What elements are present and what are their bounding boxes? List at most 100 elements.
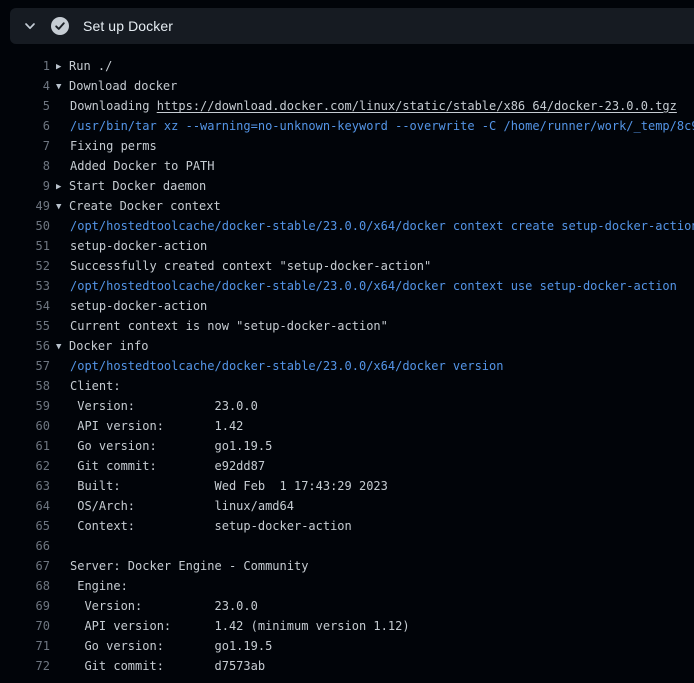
line-number[interactable]: 56 — [0, 336, 50, 356]
log-line: 4 ▼Download docker — [0, 76, 694, 96]
log-text: Added Docker to PATH — [56, 156, 694, 176]
log-text: Fixing perms — [56, 136, 694, 156]
log-line: 5 Downloading https://download.docker.com… — [0, 96, 694, 116]
step-title: Set up Docker — [83, 18, 173, 34]
log-text: Context: setup-docker-action — [56, 516, 694, 536]
log-line: 66 — [0, 536, 694, 556]
line-number[interactable]: 60 — [0, 416, 50, 436]
log-line: 54 setup-docker-action — [0, 296, 694, 316]
log-text: Downloading https://download.docker.com/… — [56, 96, 694, 116]
log-line: 72 Git commit: d7573ab — [0, 656, 694, 676]
log-line: 65 Context: setup-docker-action — [0, 516, 694, 536]
line-number[interactable]: 72 — [0, 656, 50, 676]
triangle-down-icon[interactable]: ▼ — [56, 77, 69, 96]
log-text — [56, 536, 694, 556]
log-text: Built: Wed Feb 1 17:43:29 2023 — [56, 476, 694, 496]
log-command-text: /opt/hostedtoolcache/docker-stable/23.0.… — [56, 216, 694, 236]
line-number[interactable]: 51 — [0, 236, 50, 256]
log-line: 62 Git commit: e92dd87 — [0, 456, 694, 476]
log-line: 55 Current context is now "setup-docker-a… — [0, 316, 694, 336]
log-command-text: /opt/hostedtoolcache/docker-stable/23.0.… — [56, 356, 694, 376]
triangle-down-icon[interactable]: ▼ — [56, 197, 69, 216]
line-number[interactable]: 54 — [0, 296, 50, 316]
check-circle-icon — [51, 17, 69, 35]
line-number[interactable]: 7 — [0, 136, 50, 156]
log-line: 68 Engine: — [0, 576, 694, 596]
line-number[interactable]: 49 — [0, 196, 50, 216]
step-header[interactable]: Set up Docker — [10, 8, 694, 44]
line-number[interactable]: 71 — [0, 636, 50, 656]
line-number[interactable]: 58 — [0, 376, 50, 396]
line-number[interactable]: 67 — [0, 556, 50, 576]
line-number[interactable]: 59 — [0, 396, 50, 416]
log-lines: 1 ▶Run ./ 4 ▼Download docker 5 Downloading ht… — [0, 44, 694, 683]
log-text: Git commit: e92dd87 — [56, 456, 694, 476]
line-number[interactable]: 65 — [0, 516, 50, 536]
triangle-down-icon[interactable]: ▼ — [56, 337, 69, 356]
line-number[interactable]: 5 — [0, 96, 50, 116]
log-text: Client: — [56, 376, 694, 396]
log-group-toggle[interactable]: ▶Run ./ — [56, 56, 694, 76]
log-line: 51 setup-docker-action — [0, 236, 694, 256]
log-line: 67 Server: Docker Engine - Community — [0, 556, 694, 576]
line-number[interactable]: 53 — [0, 276, 50, 296]
log-group-toggle[interactable]: ▼Create Docker context — [56, 196, 694, 216]
log-line: 49 ▼Create Docker context — [0, 196, 694, 216]
line-number[interactable]: 8 — [0, 156, 50, 176]
log-text: setup-docker-action — [56, 236, 694, 256]
log-text: Current context is now "setup-docker-act… — [56, 316, 694, 336]
log-text: Successfully created context "setup-dock… — [56, 256, 694, 276]
triangle-right-icon[interactable]: ▶ — [56, 177, 69, 196]
log-text: API version: 1.42 — [56, 416, 694, 436]
log-group-toggle[interactable]: ▶Start Docker daemon — [56, 176, 694, 196]
chevron-down-icon[interactable] — [23, 19, 37, 33]
log-line: 7 Fixing perms — [0, 136, 694, 156]
log-line: 53/opt/hostedtoolcache/docker-stable/23.… — [0, 276, 694, 296]
log-line: 6/usr/bin/tar xz --warning=no-unknown-ke… — [0, 116, 694, 136]
log-text: OS/Arch: linux/amd64 — [56, 496, 694, 516]
line-number[interactable]: 1 — [0, 56, 50, 76]
triangle-right-icon[interactable]: ▶ — [56, 57, 69, 76]
line-number[interactable]: 57 — [0, 356, 50, 376]
log-text: setup-docker-action — [56, 296, 694, 316]
log-text: Git commit: d7573ab — [56, 656, 694, 676]
line-number[interactable]: 69 — [0, 596, 50, 616]
log-line: 58 Client: — [0, 376, 694, 396]
log-line: 56 ▼Docker info — [0, 336, 694, 356]
line-number[interactable]: 63 — [0, 476, 50, 496]
log-line: 69 Version: 23.0.0 — [0, 596, 694, 616]
log-line: 59 Version: 23.0.0 — [0, 396, 694, 416]
line-number[interactable]: 66 — [0, 536, 50, 556]
log-link[interactable]: https://download.docker.com/linux/static… — [157, 99, 677, 113]
log-line: 64 OS/Arch: linux/amd64 — [0, 496, 694, 516]
line-number[interactable]: 6 — [0, 116, 50, 136]
line-number[interactable]: 64 — [0, 496, 50, 516]
log-text: Version: 23.0.0 — [56, 596, 694, 616]
log-line: 70 API version: 1.42 (minimum version 1.… — [0, 616, 694, 636]
log-line: 60 API version: 1.42 — [0, 416, 694, 436]
log-line: 63 Built: Wed Feb 1 17:43:29 2023 — [0, 476, 694, 496]
line-number[interactable]: 55 — [0, 316, 50, 336]
log-line: 1 ▶Run ./ — [0, 56, 694, 76]
log-line: 57/opt/hostedtoolcache/docker-stable/23.… — [0, 356, 694, 376]
line-number[interactable]: 62 — [0, 456, 50, 476]
line-number[interactable]: 70 — [0, 616, 50, 636]
line-number[interactable]: 68 — [0, 576, 50, 596]
log-line: 9 ▶Start Docker daemon — [0, 176, 694, 196]
log-text: Server: Docker Engine - Community — [56, 556, 694, 576]
line-number[interactable]: 50 — [0, 216, 50, 236]
log-line: 52 Successfully created context "setup-do… — [0, 256, 694, 276]
line-number[interactable]: 9 — [0, 176, 50, 196]
log-command-text: /usr/bin/tar xz --warning=no-unknown-key… — [56, 116, 694, 136]
log-text: Go version: go1.19.5 — [56, 436, 694, 456]
line-number[interactable]: 4 — [0, 76, 50, 96]
line-number[interactable]: 61 — [0, 436, 50, 456]
log-group-toggle[interactable]: ▼Docker info — [56, 336, 694, 356]
line-number[interactable]: 52 — [0, 256, 50, 276]
log-text: Go version: go1.19.5 — [56, 636, 694, 656]
log-text: API version: 1.42 (minimum version 1.12) — [56, 616, 694, 636]
log-line: 61 Go version: go1.19.5 — [0, 436, 694, 456]
log-line: 8 Added Docker to PATH — [0, 156, 694, 176]
log-text: Version: 23.0.0 — [56, 396, 694, 416]
log-group-toggle[interactable]: ▼Download docker — [56, 76, 694, 96]
